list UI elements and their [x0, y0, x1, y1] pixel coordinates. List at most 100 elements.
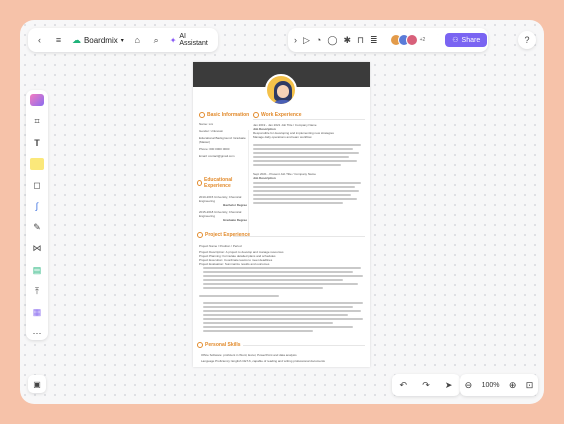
text-placeholder — [203, 326, 353, 328]
minimap-button[interactable]: ▣ — [28, 375, 46, 393]
field-phone: Phone: 000 0000 0000 — [199, 147, 230, 151]
brand[interactable]: ☁ Boardmix ▾ — [72, 35, 124, 46]
user-icon — [199, 112, 205, 118]
educational-experience-heading: Educational Experience — [197, 177, 247, 189]
project-entries: Project Name / Position / Period Project… — [199, 244, 365, 266]
text-placeholder — [203, 279, 343, 281]
text-placeholder — [203, 271, 353, 273]
ai-sparkle-icon: ✦ — [169, 35, 177, 45]
comment-icon[interactable]: ◯ — [327, 34, 337, 46]
divider — [243, 345, 365, 346]
ai-assistant-button[interactable]: ✦ AI Assistant — [170, 33, 212, 47]
redo-icon[interactable]: ↷ — [422, 380, 430, 391]
briefcase-icon — [253, 112, 259, 118]
avatar — [405, 34, 418, 46]
user-add-icon: ⚇ — [452, 37, 459, 44]
text-icon[interactable]: T — [30, 137, 44, 149]
edu-entries: 2010-2015 University, Chemical Engineeri… — [199, 195, 247, 222]
work-entry-line: Manage daily operations and team workflo… — [253, 135, 312, 139]
skill-item: Office Software: proficient in Word, Exc… — [201, 353, 297, 357]
back-chevron-icon[interactable]: ‹ — [34, 34, 45, 46]
project-experience-heading: Project Experience — [197, 232, 257, 238]
share-label: Share — [461, 36, 481, 44]
shape-icon[interactable]: ◻ — [30, 179, 44, 191]
project-title: Project Experience — [205, 232, 251, 238]
zoom-in-icon[interactable]: ⊕ — [509, 380, 517, 391]
divider — [233, 236, 365, 237]
edu-entry: 2010-2015 University, Chemical Engineeri… — [199, 195, 242, 203]
menu-icon[interactable]: ≡ — [53, 34, 64, 46]
zoom-out-icon[interactable]: ⊖ — [465, 380, 473, 391]
canvas-frame: ‹ ≡ ☁ Boardmix ▾ ⌂ ⌕ ✦ AI Assistant › ▷ … — [20, 20, 544, 404]
skill-item: Language Proficiency: English CET-6, cap… — [201, 359, 325, 363]
history-controls: ↶ ↷ ➤ — [392, 374, 460, 396]
template-icon[interactable] — [30, 94, 44, 107]
skills-title: Personal Skills — [205, 342, 241, 348]
text-placeholder — [203, 275, 363, 277]
text-placeholder — [253, 144, 361, 146]
text-placeholder — [203, 310, 361, 312]
text-placeholder — [203, 322, 333, 324]
text-placeholder — [203, 267, 361, 269]
text-placeholder — [253, 152, 359, 154]
profile-photo — [265, 74, 297, 106]
text-placeholder — [203, 330, 313, 332]
text-placeholder — [253, 160, 357, 162]
top-left-toolbar: ‹ ≡ ☁ Boardmix ▾ ⌂ ⌕ ✦ AI Assistant — [28, 28, 218, 52]
pen-icon[interactable]: ✎ — [30, 222, 44, 234]
timer-icon[interactable]: ◔ — [316, 34, 321, 46]
skills-list: Office Software: proficient in Word, Exc… — [201, 353, 365, 363]
work-experience-heading: Work Experience — [253, 112, 301, 118]
upload-icon[interactable]: ⤒ — [30, 285, 44, 297]
connector-icon[interactable]: ∫ — [30, 200, 44, 212]
text-placeholder — [253, 148, 353, 150]
zoom-level[interactable]: 100% — [482, 382, 500, 389]
work-entries: Jan 2019 - Jan 2021 Job Title / Company … — [253, 123, 365, 139]
frame-icon[interactable]: ⌗ — [30, 115, 44, 127]
stats-icon[interactable]: ≣ — [370, 34, 378, 46]
undo-icon[interactable]: ↶ — [400, 380, 408, 391]
avatar-overflow-count: +2 — [419, 37, 426, 43]
divider — [253, 119, 365, 120]
text-placeholder — [253, 190, 359, 192]
collaborator-avatars[interactable]: +2 — [389, 34, 426, 46]
field-education: Educational Background: Graduate (Master… — [199, 136, 246, 144]
tag-icon[interactable]: ⌂ — [132, 34, 143, 46]
document-icon[interactable]: ▦ — [30, 307, 44, 319]
text-placeholder — [253, 164, 341, 166]
basic-info-title: Basic Information — [207, 112, 250, 118]
skills-icon — [197, 342, 203, 348]
my-avatar[interactable] — [437, 33, 440, 47]
search-icon[interactable]: ⌕ — [151, 34, 162, 46]
expand-chevron-icon[interactable]: › — [294, 34, 297, 46]
personal-skills-heading: Personal Skills — [197, 342, 241, 348]
text-placeholder — [203, 314, 348, 316]
vote-icon[interactable]: ⊓ — [357, 34, 364, 46]
ai-assistant-label: AI Assistant — [179, 33, 208, 47]
sticky-note-icon[interactable] — [30, 157, 44, 170]
share-button[interactable]: ⚇ Share — [445, 33, 488, 47]
play-icon[interactable]: ▷ — [303, 34, 310, 46]
basic-fields: Name: xxx Gender: Unknown Educational Ba… — [199, 122, 247, 158]
text-placeholder — [203, 318, 363, 320]
text-placeholder — [253, 182, 361, 184]
table-icon[interactable]: ▤ — [30, 264, 44, 276]
more-icon[interactable]: ⋯ — [30, 328, 44, 340]
chevron-down-icon: ▾ — [120, 37, 124, 44]
text-placeholder — [199, 295, 279, 297]
fit-screen-icon[interactable]: ⊡ — [526, 380, 534, 391]
help-button[interactable]: ? — [518, 31, 536, 49]
resume-document[interactable]: Basic Information Name: xxx Gender: Unkn… — [193, 62, 370, 367]
pointer-icon[interactable]: ➤ — [445, 380, 453, 391]
edu-degree: Graduate Degree — [222, 218, 247, 222]
boardmix-logo-icon: ☁ — [71, 34, 81, 45]
celebrate-icon[interactable]: ✱ — [343, 34, 351, 46]
edu-degree: Bachelor Degree — [223, 203, 247, 207]
edu-title: Educational Experience — [204, 177, 233, 189]
minimap-icon: ▣ — [33, 379, 41, 389]
mindmap-icon[interactable]: ⋈ — [30, 243, 44, 255]
text-placeholder — [253, 198, 357, 200]
work-title: Work Experience — [261, 112, 302, 118]
edu-entry: 2015-2018 University, Chemical Engineeri… — [199, 210, 242, 218]
text-placeholder — [203, 306, 353, 308]
